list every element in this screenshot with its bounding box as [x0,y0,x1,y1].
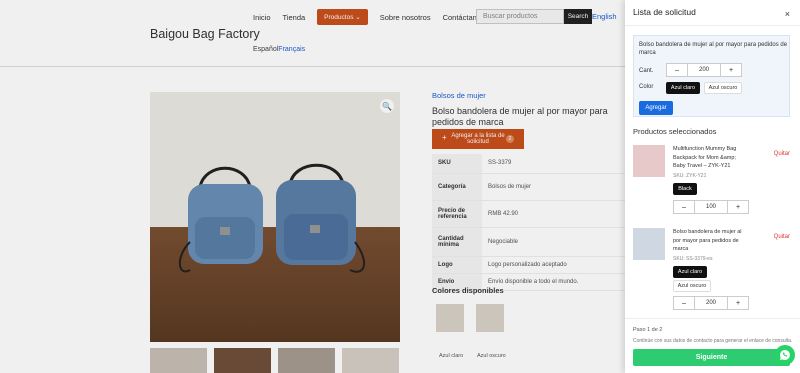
colors-heading: Colores disponibles [432,286,504,295]
remove-button[interactable]: Quitar [774,234,790,240]
spec-key: Precio de referencia [432,200,482,228]
decrement-button[interactable]: – [674,201,695,213]
table-row: Categoría Bolsos de mujer [432,173,625,201]
add-button[interactable]: Agregar [639,101,673,115]
thumbnail[interactable] [214,348,271,373]
item-color-azul-claro[interactable]: Azul claro [673,266,707,278]
quantity-stepper: – 200 + [666,63,742,77]
item-color-azul-oscuro[interactable]: Azul oscuro [673,280,711,292]
language-switcher: EspañolFrançais [253,46,305,53]
add-item-form: Bolso bandolera de mujer al por mayor pa… [633,35,790,117]
spec-key: SKU [432,154,482,174]
add-to-request-label: Agregar a la lista de solicitud [451,132,505,146]
thumbnail[interactable] [150,348,207,373]
item-sku: SKU: ZYK-Y21 [673,173,707,179]
language-es[interactable]: Español [253,46,278,53]
nav-productos[interactable]: Productos ⌄ [317,9,368,25]
table-row: Precio de referencia RMB 42.90 [432,200,625,228]
main-nav: Inicio Tienda Productos ⌄ Sobre nosotros… [253,9,497,25]
whatsapp-glyph [780,350,790,360]
step-indicator: Paso 1 de 2 [633,327,663,333]
plus-icon: + [442,133,447,142]
header-divider [0,66,625,67]
item-name: Multifunction Mummy Bag Backpack for Mom… [673,146,737,169]
drawer-divider [625,25,800,26]
spec-value: SS-3379 [482,154,625,174]
footer-divider [625,318,800,319]
list-item: Bolso bandolera de mujer al por mayor pa… [633,228,790,313]
quantity-input[interactable]: 200 [695,297,727,309]
nav-tienda[interactable]: Tienda [283,13,306,22]
nav-inicio[interactable]: Inicio [253,13,271,22]
thumbnail[interactable] [278,348,335,373]
quantity-stepper: – 100 + [673,200,749,214]
color-option-azul-oscuro[interactable]: Azul oscuro [704,82,742,94]
color-swatch-light-blue[interactable] [436,304,464,332]
table-row: Cantidad mínima Negociable [432,227,625,257]
search-button[interactable]: Search [564,9,592,24]
list-item: Multifunction Mummy Bag Backpack for Mom… [633,145,790,215]
color-label: Azul oscuro [477,353,506,359]
request-count-badge: 2 [506,135,514,143]
spec-key: Cantidad mínima [432,227,482,257]
item-thumbnail [633,145,665,177]
spec-key: Categoría [432,173,482,201]
thumbnail[interactable] [342,348,399,373]
quantity-stepper: – 200 + [673,296,749,310]
specs-table: SKU SS-3379 Categoría Bolsos de mujer Prec… [432,154,625,291]
increment-button[interactable]: + [720,64,741,76]
item-sku: SKU: SS-3379-es [673,256,713,262]
spec-value: Bolsos de mujer [482,173,625,201]
product-category-link[interactable]: Bolsos de mujer [432,91,486,100]
form-product-name: Bolso bandolera de mujer al por mayor pa… [639,42,788,56]
item-color-black[interactable]: Black [673,183,697,195]
item-name: Bolso bandolera de mujer al por mayor pa… [673,229,742,252]
nav-productos-label: Productos [324,14,354,21]
whatsapp-icon[interactable] [775,345,795,365]
drawer-title: Lista de solicitud [633,7,696,17]
color-swatch-dark-blue[interactable] [476,304,504,332]
site-logo[interactable]: Baigou Bag Factory [150,27,260,41]
request-list-drawer: Lista de solicitud × Bolso bandolera de … [625,0,800,373]
spec-value: RMB 42.90 [482,200,625,228]
decrement-button[interactable]: – [667,64,688,76]
next-button[interactable]: Siguiente [633,349,790,366]
spec-value: Negociable [482,227,625,257]
color-label: Color [639,84,654,90]
increment-button[interactable]: + [727,297,748,309]
spec-value: Logo personalizado aceptado [482,256,625,274]
add-to-request-button[interactable]: + Agregar a la lista de solicitud 2 [432,129,524,149]
nav-sobre-nosotros[interactable]: Sobre nosotros [380,13,431,22]
decrement-button[interactable]: – [674,297,695,309]
spec-key: Logo [432,256,482,274]
close-icon[interactable]: × [785,9,790,19]
search-input[interactable]: Buscar productos [476,9,564,24]
selected-products-heading: Productos seleccionados [633,127,717,136]
qty-label: Cant. [639,68,654,74]
quantity-input[interactable]: 200 [688,64,720,76]
step-note: Continúe con sus datos de contacto para … [633,338,793,344]
increment-button[interactable]: + [727,201,748,213]
color-label: Azul claro [439,353,464,359]
language-english[interactable]: English [592,12,617,21]
chevron-down-icon: ⌄ [355,14,361,21]
page: Inicio Tienda Productos ⌄ Sobre nosotros… [0,0,800,373]
table-row: SKU SS-3379 [432,154,625,174]
backpacks-illustration [178,163,365,273]
remove-button[interactable]: Quitar [774,151,790,157]
product-main-image[interactable] [150,92,400,342]
product-title: Bolso bandolera de mujer al por mayor pa… [432,106,608,127]
zoom-icon[interactable]: 🔍 [380,99,394,113]
thumbnail-strip [150,348,399,373]
table-row: Logo Logo personalizado aceptado [432,256,625,274]
color-option-azul-claro[interactable]: Azul claro [666,82,700,94]
language-fr[interactable]: Français [278,46,305,53]
quantity-input[interactable]: 100 [695,201,727,213]
item-thumbnail [633,228,665,260]
